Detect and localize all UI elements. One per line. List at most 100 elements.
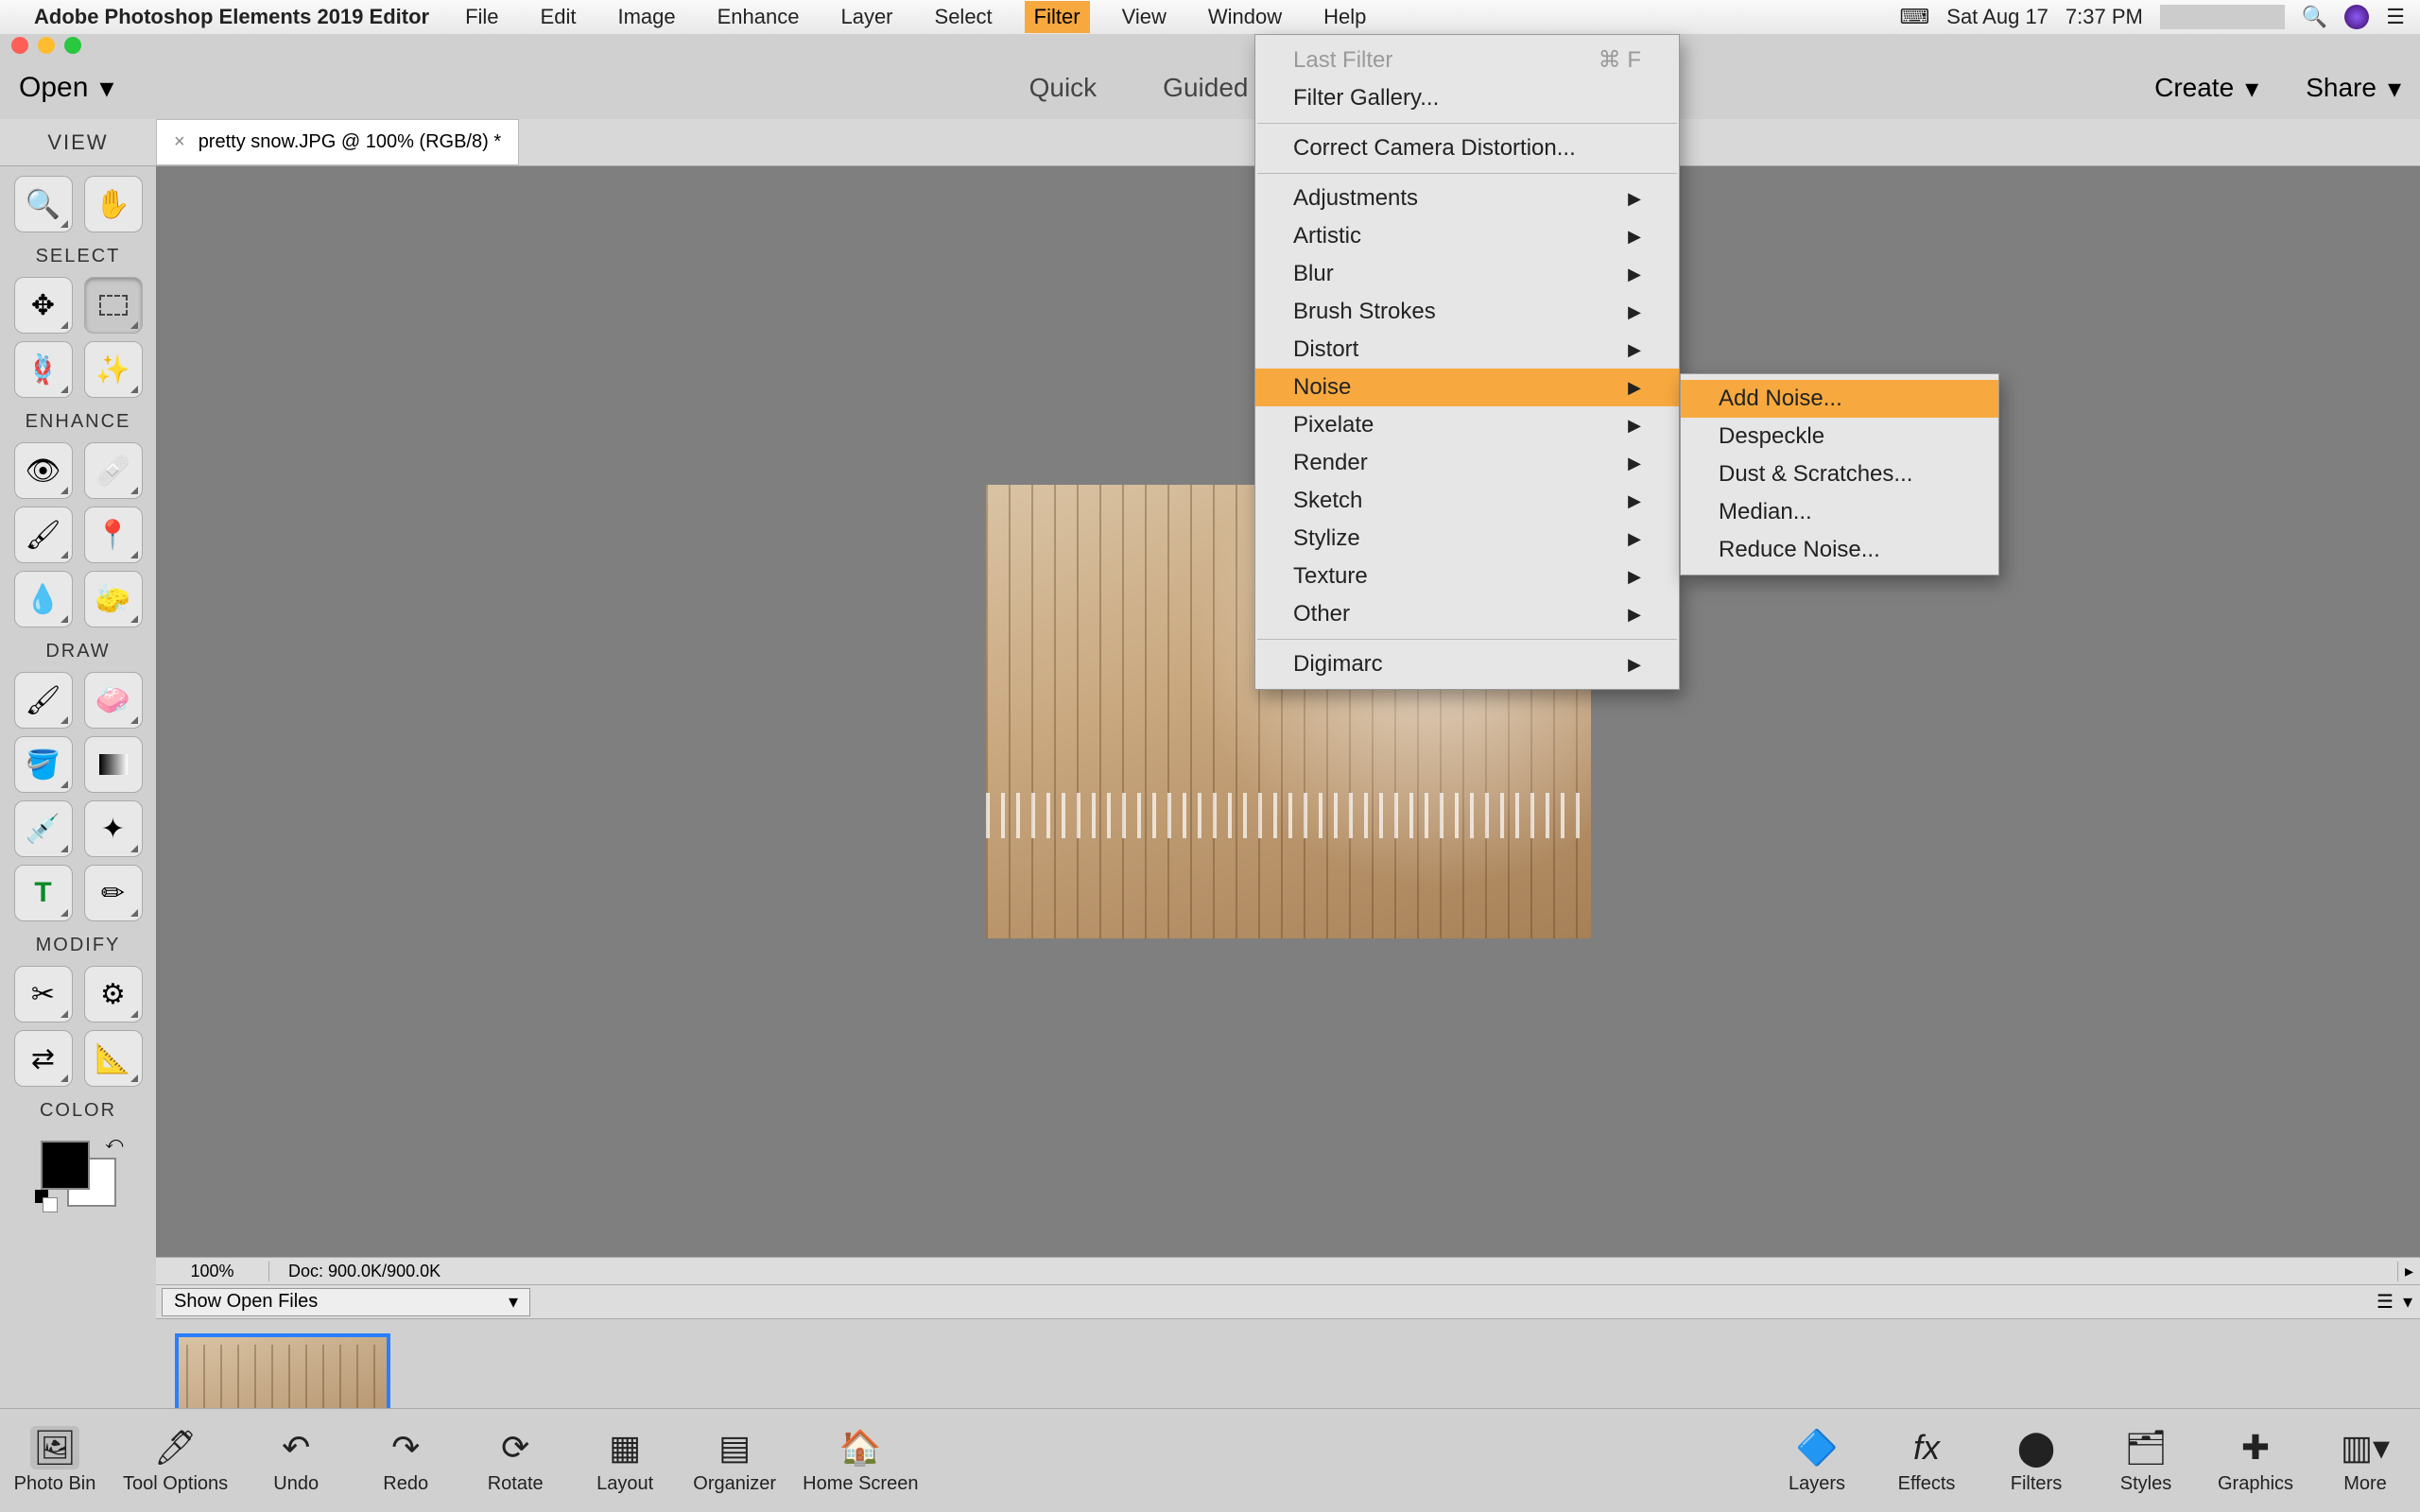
styles-button[interactable]: 🗂Styles [2104, 1426, 2187, 1495]
filter-sketch[interactable]: Sketch▶ [1255, 482, 1679, 520]
straighten-tool[interactable]: 📐 [84, 1030, 143, 1087]
shape-tool[interactable]: ✦ [84, 800, 143, 857]
noise-add-noise[interactable]: Add Noise... [1681, 380, 1998, 418]
filter-adjustments[interactable]: Adjustments▶ [1255, 180, 1679, 217]
organizer-button[interactable]: ▤Organizer [693, 1426, 776, 1495]
tool-options-button[interactable]: 🖊Tool Options [123, 1426, 228, 1495]
paint-bucket-tool[interactable]: 🪣 [14, 736, 73, 793]
menubar-time[interactable]: 7:37 PM [2066, 5, 2143, 29]
eraser-tool[interactable]: 🧼 [84, 672, 143, 729]
crop-tool[interactable]: ✂ [14, 966, 73, 1022]
redo-button[interactable]: ↷Redo [364, 1426, 447, 1495]
document-tab[interactable]: × pretty snow.JPG @ 100% (RGB/8) * [156, 119, 519, 165]
effects-label: Effects [1898, 1473, 1956, 1495]
content-aware-move-tool[interactable]: ⇄ [14, 1030, 73, 1087]
zoom-tool[interactable]: 🔍 [14, 176, 73, 232]
mode-quick[interactable]: Quick [1029, 73, 1098, 103]
marquee-tool[interactable] [84, 277, 143, 334]
layout-button[interactable]: ▦Layout [583, 1426, 666, 1495]
text-tool[interactable]: T [14, 865, 73, 921]
healing-tool[interactable]: 🩹 [84, 442, 143, 499]
menu-select[interactable]: Select [925, 1, 1002, 33]
create-button[interactable]: Create▾ [2154, 73, 2258, 104]
zoom-level[interactable]: 100% [156, 1262, 269, 1281]
filter-camera-distortion[interactable]: Correct Camera Distortion... [1255, 129, 1679, 167]
pencil-tool[interactable]: ✏ [84, 865, 143, 921]
menubar-date[interactable]: Sat Aug 17 [1946, 5, 2048, 29]
more-button[interactable]: ▥▾More [2324, 1426, 2407, 1495]
swap-colors-icon[interactable]: ⤺ [105, 1133, 123, 1153]
home-screen-button[interactable]: 🏠Home Screen [803, 1426, 918, 1495]
submenu-arrow-icon: ▶ [1628, 529, 1641, 549]
menu-edit[interactable]: Edit [531, 1, 586, 33]
graphics-button[interactable]: ✚Graphics [2214, 1426, 2297, 1495]
menu-image[interactable]: Image [608, 1, 684, 33]
more-icon: ▥▾ [2341, 1426, 2390, 1469]
menu-help[interactable]: Help [1314, 1, 1375, 33]
quick-select-tool[interactable]: ✨ [84, 341, 143, 398]
filter-noise[interactable]: Noise▶ [1255, 369, 1679, 406]
filter-texture[interactable]: Texture▶ [1255, 558, 1679, 595]
recompose-tool[interactable]: ⚙ [84, 966, 143, 1022]
open-button[interactable]: Open ▾ [19, 72, 113, 105]
siri-icon[interactable] [2344, 5, 2369, 29]
default-colors-icon[interactable] [35, 1190, 58, 1212]
spotlight-icon[interactable]: 🔍 [2302, 5, 2327, 29]
layers-button[interactable]: 🔷Layers [1775, 1426, 1858, 1495]
smart-brush-tool[interactable]: 🖌 [14, 507, 73, 563]
menu-layer[interactable]: Layer [831, 1, 902, 33]
text-input-icon[interactable]: ⌨︎ [1900, 5, 1930, 29]
gradient-tool[interactable] [84, 736, 143, 793]
color-swatch[interactable]: ⤺ [33, 1133, 124, 1214]
document-info[interactable]: Doc: 900.0K/900.0K [269, 1262, 459, 1281]
noise-dust-scratches[interactable]: Dust & Scratches... [1681, 455, 1998, 493]
foreground-color-swatch[interactable] [41, 1141, 90, 1190]
filter-digimarc[interactable]: Digimarc▶ [1255, 645, 1679, 683]
lasso-tool[interactable]: 🪢 [14, 341, 73, 398]
window-close-button[interactable] [11, 37, 28, 54]
undo-button[interactable]: ↶Undo [254, 1426, 337, 1495]
show-open-files-dropdown[interactable]: Show Open Files ▾ [162, 1288, 530, 1316]
filter-other[interactable]: Other▶ [1255, 595, 1679, 633]
filters-button[interactable]: ⬤Filters [1995, 1426, 2078, 1495]
effects-button[interactable]: fxEffects [1885, 1426, 1968, 1495]
menu-view[interactable]: View [1113, 1, 1176, 33]
submenu-arrow-icon: ▶ [1628, 605, 1641, 625]
filter-blur[interactable]: Blur▶ [1255, 255, 1679, 293]
window-minimize-button[interactable] [38, 37, 55, 54]
menu-file[interactable]: File [456, 1, 508, 33]
sponge-tool[interactable]: 🧽 [84, 571, 143, 627]
mode-guided[interactable]: Guided [1163, 73, 1248, 103]
share-button[interactable]: Share▾ [2306, 73, 2401, 104]
menu-window[interactable]: Window [1199, 1, 1291, 33]
menu-filter[interactable]: Filter [1025, 1, 1090, 33]
bin-list-icon[interactable]: ☰ [2377, 1290, 2394, 1314]
notification-center-icon[interactable]: ☰ [2386, 5, 2405, 29]
filter-gallery[interactable]: Filter Gallery... [1255, 79, 1679, 117]
brush-tool[interactable]: 🖌 [14, 672, 73, 729]
filter-stylize[interactable]: Stylize▶ [1255, 520, 1679, 558]
bin-menu-icon[interactable]: ▾ [2403, 1290, 2412, 1314]
photo-bin-button[interactable]: 🖼Photo Bin [13, 1426, 96, 1495]
filter-distort[interactable]: Distort▶ [1255, 331, 1679, 369]
menu-enhance[interactable]: Enhance [708, 1, 809, 33]
eyedropper-tool[interactable]: 💉 [14, 800, 73, 857]
filter-artistic[interactable]: Artistic▶ [1255, 217, 1679, 255]
filter-brush-strokes[interactable]: Brush Strokes▶ [1255, 293, 1679, 331]
clone-stamp-tool[interactable]: 📍 [84, 507, 143, 563]
filter-pixelate[interactable]: Pixelate▶ [1255, 406, 1679, 444]
noise-reduce-noise[interactable]: Reduce Noise... [1681, 531, 1998, 569]
filter-render[interactable]: Render▶ [1255, 444, 1679, 482]
close-tab-icon[interactable]: × [174, 131, 185, 153]
noise-despeckle[interactable]: Despeckle [1681, 418, 1998, 455]
rotate-button[interactable]: ⟳Rotate [474, 1426, 557, 1495]
status-arrow-icon[interactable]: ▸ [2397, 1262, 2420, 1281]
noise-median[interactable]: Median... [1681, 493, 1998, 531]
window-zoom-button[interactable] [64, 37, 81, 54]
blur-tool[interactable]: 💧 [14, 571, 73, 627]
redeye-tool[interactable]: 👁 [14, 442, 73, 499]
home-icon: 🏠 [836, 1426, 885, 1469]
app-name: Adobe Photoshop Elements 2019 Editor [34, 5, 429, 29]
hand-tool[interactable]: ✋ [84, 176, 143, 232]
move-tool[interactable]: ✥ [14, 277, 73, 334]
